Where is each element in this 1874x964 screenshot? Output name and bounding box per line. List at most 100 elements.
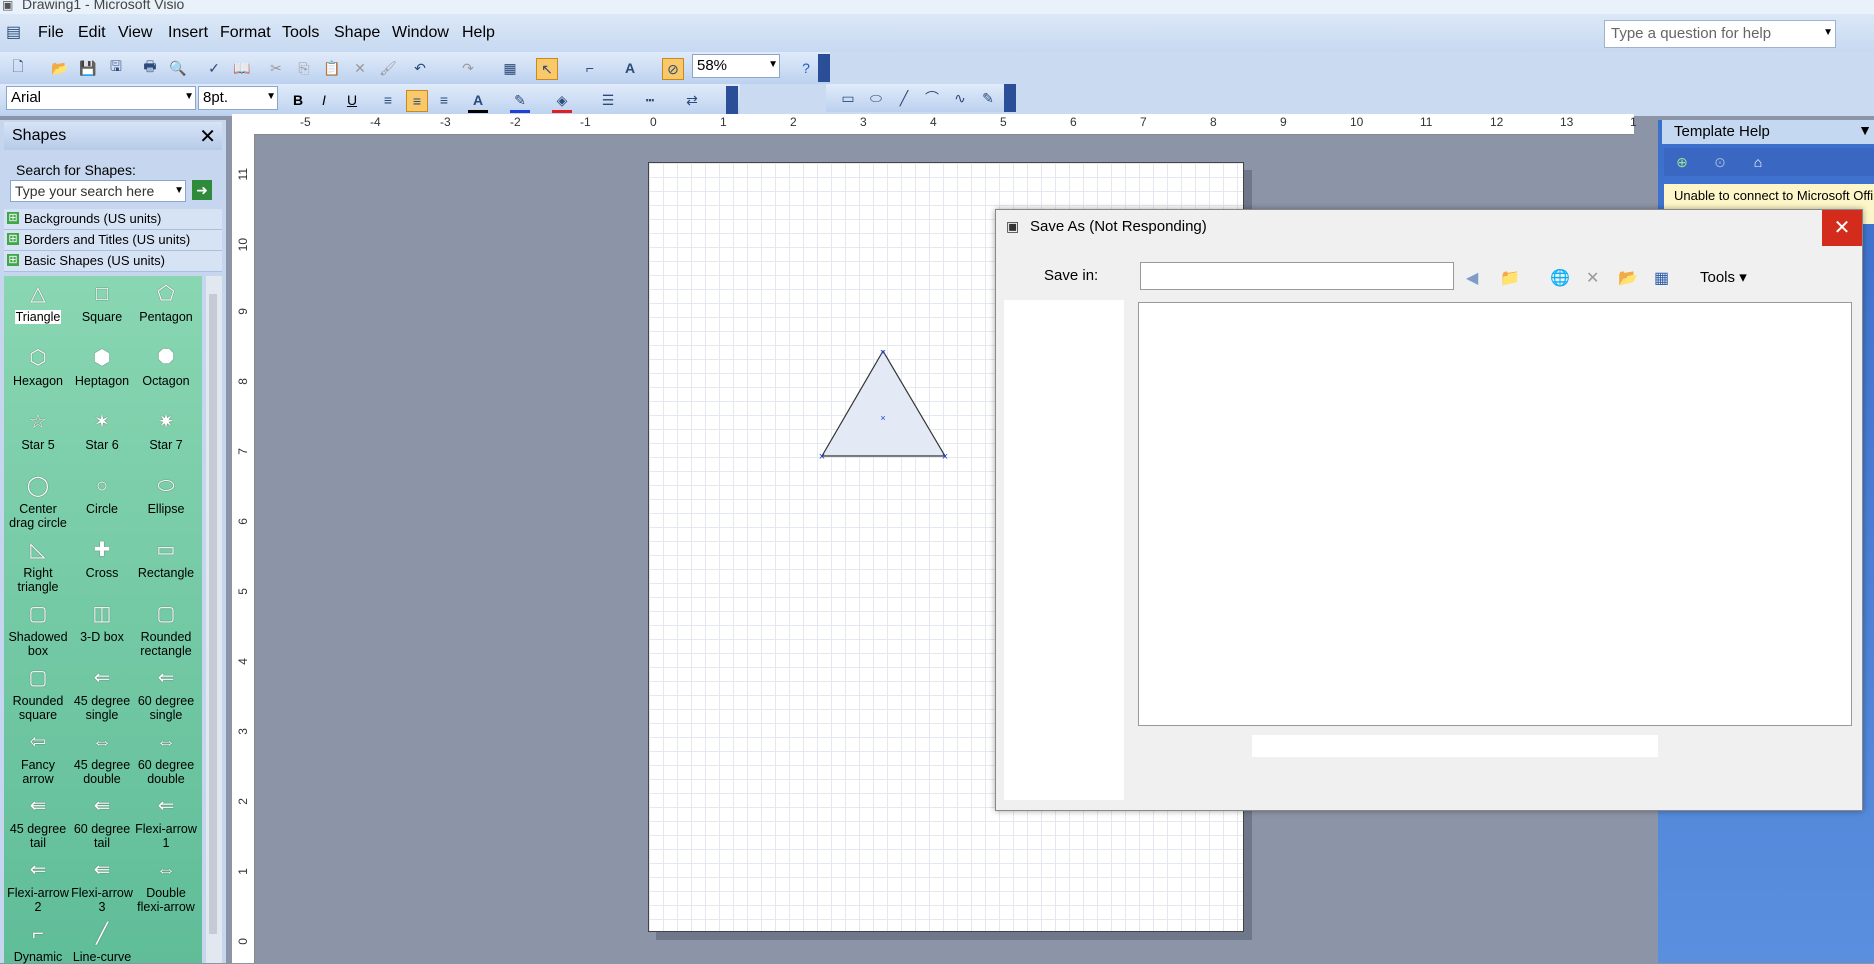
- chevron-down-icon[interactable]: ▼: [184, 91, 194, 102]
- menu-edit[interactable]: Edit: [78, 24, 106, 42]
- help-icon[interactable]: ?: [796, 58, 816, 78]
- rectangle-tool-icon[interactable]: ▭: [838, 88, 858, 108]
- stencil-scrollbar[interactable]: [206, 276, 222, 963]
- menu-insert[interactable]: Insert: [168, 24, 208, 42]
- research-icon[interactable]: 📖: [232, 58, 252, 78]
- stencil-backgrounds[interactable]: ⊞ Backgrounds (US units): [4, 209, 222, 230]
- delete-icon[interactable]: ✕: [350, 58, 370, 78]
- print-preview-icon[interactable]: 🔍: [168, 58, 188, 78]
- menu-format[interactable]: Format: [220, 24, 271, 42]
- align-center-icon[interactable]: ≡: [406, 90, 428, 112]
- shape-item-fancy-arrow[interactable]: ⇦ Fancy arrow: [6, 730, 70, 786]
- shape-item-dynamic[interactable]: ⌐ Dynamic: [6, 922, 70, 964]
- stencil-borders-titles[interactable]: ⊞ Borders and Titles (US units): [4, 230, 222, 251]
- bold-icon[interactable]: B: [288, 90, 308, 110]
- menu-shape[interactable]: Shape: [334, 24, 380, 42]
- chevron-down-icon[interactable]: ▼: [1858, 122, 1872, 138]
- menu-tools[interactable]: Tools: [282, 24, 319, 42]
- document-icon[interactable]: ▤: [6, 22, 21, 42]
- delete-icon[interactable]: ✕: [1586, 268, 1599, 288]
- shape-item-heptagon[interactable]: ⬢ Heptagon: [70, 346, 134, 388]
- menu-window[interactable]: Window: [392, 24, 449, 42]
- permission-icon[interactable]: 🖫: [106, 58, 126, 78]
- home-icon[interactable]: ⌂: [1748, 152, 1768, 172]
- up-folder-icon[interactable]: 📁: [1500, 268, 1520, 288]
- shape-item-rectangle[interactable]: ▭ Rectangle: [134, 538, 198, 580]
- shape-item-octagon[interactable]: ⯃ Octagon: [134, 346, 198, 388]
- chevron-down-icon[interactable]: ▼: [266, 91, 276, 102]
- help-search-input[interactable]: Type a question for help ▼: [1604, 20, 1836, 48]
- save-in-select[interactable]: [1140, 262, 1454, 290]
- shape-item-rounded-rectangle[interactable]: ▢ Rounded rectangle: [134, 602, 198, 658]
- scrollbar-thumb[interactable]: [209, 294, 217, 934]
- zoom-select[interactable]: 58% ▼: [692, 54, 780, 78]
- shape-item-star-6[interactable]: ✶ Star 6: [70, 410, 134, 452]
- shape-item-45-degree-tail[interactable]: ⇚ 45 degree tail: [6, 794, 70, 850]
- close-icon[interactable]: ✕: [199, 124, 216, 149]
- shape-item-flexi-arrow-3[interactable]: ⇚ Flexi-arrow 3: [70, 858, 134, 914]
- line-ends-icon[interactable]: ⇄: [682, 90, 702, 110]
- save-icon[interactable]: 💾: [78, 58, 98, 78]
- shape-item-ellipse[interactable]: ⬭ Ellipse: [134, 474, 198, 516]
- text-tool-icon[interactable]: A: [620, 58, 640, 78]
- shape-item-45-degree-single[interactable]: ⇐ 45 degree single: [70, 666, 134, 722]
- menu-help[interactable]: Help: [462, 24, 495, 42]
- pencil-tool-icon[interactable]: ✎: [978, 88, 998, 108]
- chevron-down-icon[interactable]: ▼: [768, 59, 778, 70]
- spelling-icon[interactable]: ✓: [204, 58, 224, 78]
- font-select[interactable]: Arial ▼: [6, 86, 196, 110]
- copy-icon[interactable]: ⎘: [294, 58, 314, 78]
- underline-icon[interactable]: U: [342, 90, 362, 110]
- menu-file[interactable]: File: [38, 24, 64, 42]
- shape-item-flexi-arrow-1[interactable]: ⇐ Flexi-arrow 1: [134, 794, 198, 850]
- shape-item-rounded-square[interactable]: ▢ Rounded square: [6, 666, 70, 722]
- places-bar[interactable]: [1004, 300, 1124, 800]
- shape-item-hexagon[interactable]: ⬡ Hexagon: [6, 346, 70, 388]
- toolbar-options-icon[interactable]: [1004, 84, 1016, 112]
- menu-view[interactable]: View: [118, 24, 152, 42]
- shape-item-line-curve[interactable]: ╱ Line-curve: [70, 922, 134, 964]
- print-icon[interactable]: 🖶: [140, 58, 160, 78]
- pointer-tool-icon[interactable]: ↖: [536, 58, 558, 80]
- back-icon[interactable]: ◀: [1466, 268, 1478, 288]
- arc-tool-icon[interactable]: ⌒: [922, 88, 942, 108]
- font-size-select[interactable]: 8pt. ▼: [198, 86, 278, 110]
- line-weight-icon[interactable]: ☰: [598, 90, 618, 110]
- freeform-tool-icon[interactable]: ∿: [950, 88, 970, 108]
- align-right-icon[interactable]: ≡: [434, 90, 454, 110]
- tools-menu[interactable]: Tools ▾: [1700, 268, 1747, 286]
- ellipse-tool-icon[interactable]: ⬭: [866, 88, 886, 108]
- toolbar-options-icon[interactable]: [726, 86, 738, 114]
- line-tool-icon[interactable]: ╱: [894, 88, 914, 108]
- chevron-down-icon[interactable]: ▼: [174, 185, 184, 196]
- shape-item-triangle[interactable]: △ Triangle: [6, 282, 70, 324]
- search-shapes-input[interactable]: Type your search here ▼: [10, 180, 186, 202]
- close-icon[interactable]: ✕: [1822, 210, 1862, 246]
- paste-icon[interactable]: 📋: [322, 58, 342, 78]
- undo-icon[interactable]: ↶: [410, 58, 430, 78]
- file-name-input[interactable]: [1252, 735, 1658, 757]
- shape-item-flexi-arrow-2[interactable]: ⇐ Flexi-arrow 2: [6, 858, 70, 914]
- chevron-down-icon[interactable]: ▼: [1823, 27, 1833, 38]
- toolbar-options-icon[interactable]: [818, 54, 830, 82]
- line-color-icon[interactable]: ✎: [510, 90, 530, 113]
- open-icon[interactable]: 📂: [50, 58, 70, 78]
- shapes-window-icon[interactable]: ▦: [500, 58, 520, 78]
- format-painter-icon[interactable]: 🖌: [378, 58, 398, 78]
- file-list[interactable]: [1138, 302, 1852, 726]
- shape-item-circle[interactable]: ○ Circle: [70, 474, 134, 516]
- line-pattern-icon[interactable]: ┅: [640, 90, 660, 110]
- shape-item-cross[interactable]: ✚ Cross: [70, 538, 134, 580]
- italic-icon[interactable]: I: [314, 90, 334, 110]
- shape-item-shadowed-box[interactable]: ▢ Shadowed box: [6, 602, 70, 658]
- connection-point-tool-icon[interactable]: ⊘: [662, 58, 684, 80]
- search-web-icon[interactable]: 🌐: [1550, 268, 1570, 288]
- shape-item-45-degree-double[interactable]: ⇔ 45 degree double: [70, 730, 134, 786]
- align-left-icon[interactable]: ≡: [378, 90, 398, 110]
- shape-item-60-degree-single[interactable]: ⇐ 60 degree single: [134, 666, 198, 722]
- new-folder-icon[interactable]: 📂: [1618, 268, 1638, 288]
- stencil-basic-shapes[interactable]: ⊞ Basic Shapes (US units): [4, 251, 222, 272]
- shape-item-60-degree-double[interactable]: ⇔ 60 degree double: [134, 730, 198, 786]
- shape-item-star-5[interactable]: ☆ Star 5: [6, 410, 70, 452]
- shape-item-3-d-box[interactable]: ◫ 3-D box: [70, 602, 134, 644]
